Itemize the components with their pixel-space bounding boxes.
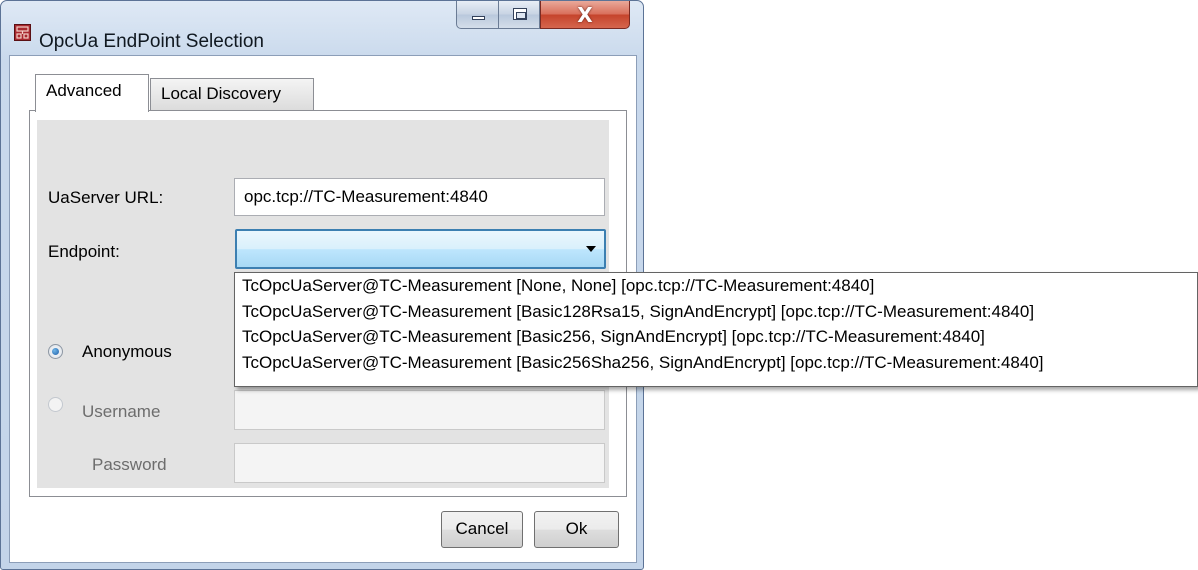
endpoint-option[interactable]: TcOpcUaServer@TC-Measurement [Basic128Rs…	[235, 299, 1197, 325]
chevron-down-icon[interactable]	[586, 246, 596, 252]
username-label: Username	[82, 402, 161, 421]
server-url-label: UaServer URL:	[48, 188, 164, 207]
username-input[interactable]	[234, 390, 605, 430]
title-bar[interactable]: OpcUa EndPoint Selection X	[1, 1, 643, 52]
endpoint-option[interactable]: TcOpcUaServer@TC-Measurement [None, None…	[235, 273, 1197, 299]
ok-button[interactable]: Ok	[534, 511, 619, 548]
tab-advanced[interactable]: Advanced	[35, 74, 149, 112]
maximize-button[interactable]	[498, 1, 540, 29]
server-url-input[interactable]: opc.tcp://TC-Measurement:4840	[234, 178, 605, 216]
endpoint-option[interactable]: TcOpcUaServer@TC-Measurement [Basic256Sh…	[235, 350, 1197, 376]
window-title: OpcUa EndPoint Selection	[39, 31, 264, 52]
caption-buttons: X	[456, 1, 630, 29]
anonymous-radio[interactable]	[48, 344, 63, 359]
anonymous-label[interactable]: Anonymous	[82, 342, 172, 362]
minimize-button[interactable]	[456, 1, 499, 29]
cancel-button[interactable]: Cancel	[441, 511, 523, 548]
password-label: Password	[92, 455, 167, 474]
password-input[interactable]	[234, 443, 605, 483]
username-radio[interactable]	[48, 397, 63, 412]
endpoint-label: Endpoint:	[48, 242, 120, 261]
maximize-icon	[513, 8, 527, 20]
endpoint-dropdown-list: TcOpcUaServer@TC-Measurement [None, None…	[234, 272, 1198, 387]
close-button[interactable]: X	[540, 1, 630, 29]
endpoint-combobox[interactable]	[235, 229, 606, 269]
network-app-icon	[14, 24, 31, 41]
endpoint-option[interactable]: TcOpcUaServer@TC-Measurement [Basic256, …	[235, 324, 1197, 350]
minimize-icon	[472, 16, 485, 20]
close-icon: X	[577, 3, 593, 27]
tab-local-discovery[interactable]: Local Discovery	[150, 78, 314, 111]
